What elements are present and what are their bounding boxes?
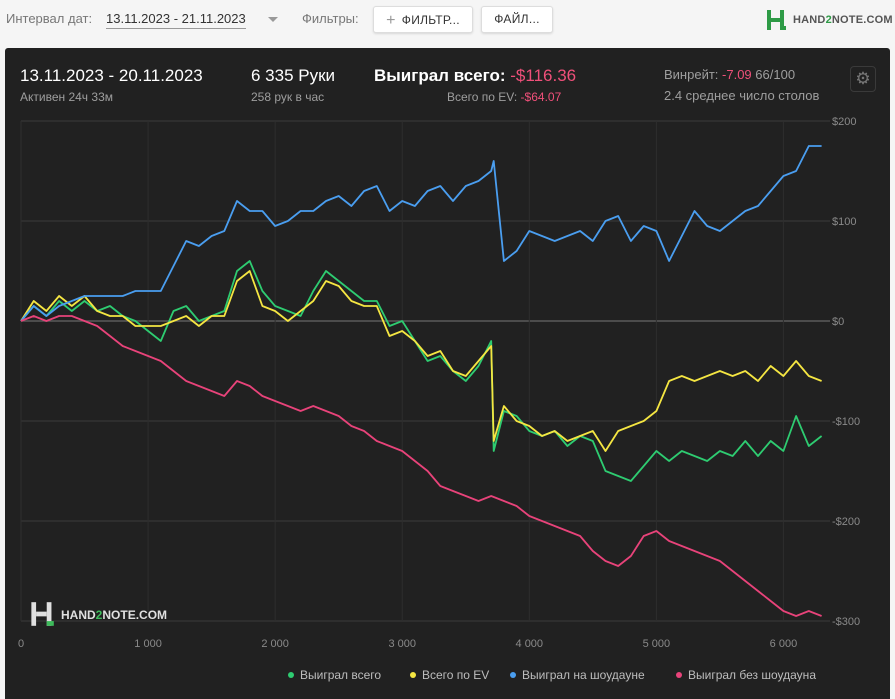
logo-text-post: NOTE.COM [831,14,893,26]
legend-dot [288,672,294,678]
x-tick-label: 3 000 [388,638,416,650]
files-button-label: ФАЙЛ... [494,12,540,26]
x-tick-label: 4 000 [516,638,544,650]
files-button[interactable]: ФАЙЛ... [481,6,553,33]
y-tick-label: $100 [832,216,856,228]
watermark-text-pre: HAND [61,608,96,622]
legend-label: Выиграл без шоудауна [688,668,816,682]
date-range-select[interactable]: 13.11.2023 - 21.11.2023 [106,11,246,29]
legend-item-ev[interactable]: Всего по EV [410,668,489,682]
chart-lines [20,145,823,617]
hand2note-watermark: HAND2NOTE.COM [25,601,175,627]
hand2note-logo[interactable]: HAND2NOTE.COM [765,9,893,31]
plus-icon: + [386,12,396,29]
series-line-2 [20,145,822,322]
filter-button[interactable]: + ФИЛЬТР... [373,6,473,33]
series-line-0 [20,260,823,482]
y-tick-label: $0 [832,316,844,328]
y-tick-label: -$300 [832,616,860,628]
legend-dot [676,672,682,678]
series-line-1 [20,270,822,452]
watermark-logo-icon [31,602,54,626]
x-tick-label: 5 000 [643,638,671,650]
date-interval-label: Интервал дат: [6,11,93,26]
filters-label: Фильтры: [302,11,359,26]
y-tick-label: -$100 [832,416,860,428]
legend-label: Выиграл на шоудауне [522,668,645,682]
logo-text-pre: HAND [793,14,826,26]
filter-button-label: ФИЛЬТР... [401,13,460,27]
graph-panel: 13.11.2023 - 20.11.2023 Активен 24ч 33м … [5,48,890,699]
legend-dot [410,672,416,678]
legend-label: Выиграл всего [300,668,382,682]
legend-item-won[interactable]: Выиграл всего [288,668,381,682]
top-toolbar: Интервал дат: 13.11.2023 - 21.11.2023 Фи… [0,0,895,44]
x-tick-label: 2 000 [261,638,289,650]
series-line-3 [20,315,822,617]
x-tick-label: 0 [18,638,24,650]
legend-item-nonshowdown[interactable]: Выиграл без шоудауна [676,668,816,682]
chart-ticks: $200 $100 $0 -$100 -$200 -$300 0 1 000 2 000 3 00… [18,116,860,650]
legend-label: Всего по EV [422,668,490,682]
legend-dot [510,672,516,678]
legend-item-showdown[interactable]: Выиграл на шоудауне [510,668,645,682]
h-logo-icon [767,10,786,30]
chevron-down-icon[interactable] [268,17,278,22]
x-tick-label: 6 000 [770,638,798,650]
watermark-text-post: NOTE.COM [102,608,168,622]
chart-grid [20,120,830,622]
y-tick-label: -$200 [832,516,860,528]
x-tick-label: 1 000 [134,638,162,650]
y-tick-label: $200 [832,116,856,128]
